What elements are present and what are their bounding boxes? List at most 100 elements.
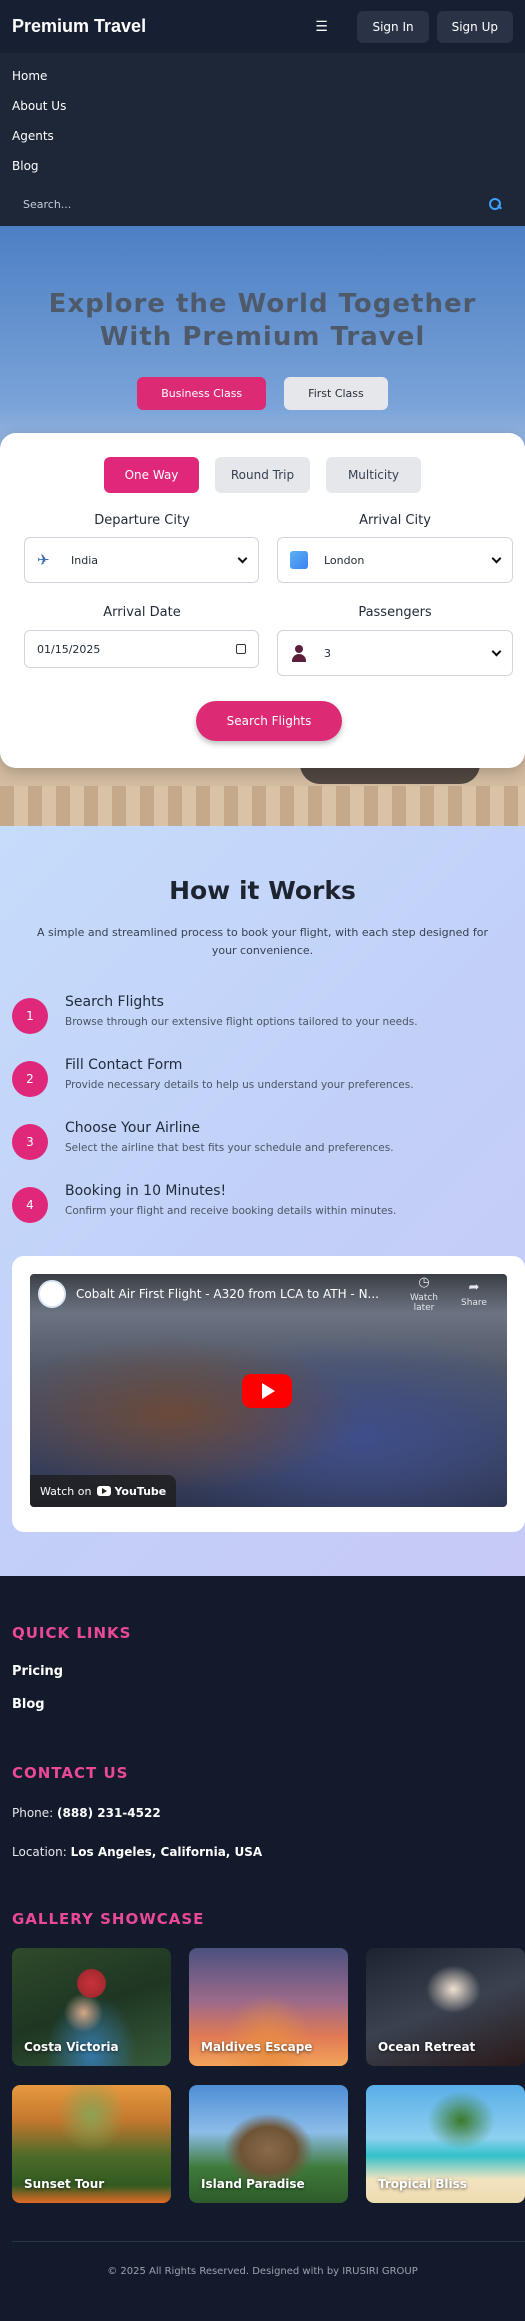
gallery-caption: Costa Victoria	[24, 2040, 119, 2054]
phone-value[interactable]: (888) 231-4522	[57, 1806, 161, 1820]
quick-links-heading: QUICK LINKS	[12, 1624, 132, 1642]
step-number: 4	[12, 1187, 48, 1223]
step-item: 3 Choose Your Airline Select the airline…	[12, 1120, 512, 1170]
departure-city-value: India	[71, 553, 98, 567]
gallery-item[interactable]: Sunset Tour	[12, 2085, 171, 2203]
chevron-down-icon	[491, 646, 502, 656]
tab-one-way[interactable]: One Way	[104, 457, 199, 493]
clock-icon: ◷	[418, 1275, 430, 1290]
copyright-text: © 2025 All Rights Reserved. Designed wit…	[107, 2266, 418, 2277]
how-title: How it Works	[169, 876, 356, 905]
calendar-icon[interactable]	[236, 644, 246, 654]
nav-item-home[interactable]: Home	[12, 61, 513, 91]
hero-title-line-1: Explore the World Together	[48, 289, 477, 319]
youtube-wordmark: YouTube	[114, 1484, 167, 1498]
arrival-city-label: Arrival City	[359, 513, 431, 528]
gallery-caption: Island Paradise	[201, 2177, 305, 2191]
chevron-down-icon	[237, 553, 248, 563]
business-class-button[interactable]: Business Class	[137, 377, 267, 410]
search-input[interactable]: Search...	[23, 198, 488, 211]
step-title: Booking in 10 Minutes!	[65, 1183, 227, 1199]
nav-item-blog[interactable]: Blog	[12, 151, 513, 181]
video-player[interactable]: Cobalt Air First Flight - A320 from LCA …	[30, 1274, 507, 1507]
gallery-heading: GALLERY SHOWCASE	[12, 1910, 205, 1928]
departure-city-select[interactable]: ✈ India	[24, 537, 259, 583]
gallery-caption: Tropical Bliss	[378, 2177, 467, 2191]
step-title: Fill Contact Form	[65, 1057, 183, 1073]
globe-icon	[290, 551, 308, 569]
step-description: Select the airline that best fits your s…	[65, 1142, 394, 1154]
footer: QUICK LINKS Pricing Blog CONTACT US Phon…	[0, 1576, 525, 2321]
watch-on-youtube-button[interactable]: Watch on YouTube	[30, 1475, 177, 1507]
search-bar[interactable]: Search...	[12, 187, 513, 221]
step-description: Browse through our extensive flight opti…	[65, 1016, 418, 1028]
video-title[interactable]: Cobalt Air First Flight - A320 from LCA …	[76, 1287, 399, 1301]
booking-form: One Way Round Trip Multicity Departure C…	[0, 433, 525, 768]
watch-later-button[interactable]: ◷ Watch later	[399, 1275, 449, 1313]
nav-item-agents[interactable]: Agents	[12, 121, 513, 151]
step-number: 3	[12, 1124, 48, 1160]
nav-menu: Home About Us Agents Blog Search...	[0, 53, 525, 226]
gallery-item[interactable]: Costa Victoria	[12, 1948, 171, 2066]
step-item: 4 Booking in 10 Minutes! Confirm your fl…	[12, 1183, 512, 1233]
share-icon: ➦	[468, 1280, 480, 1295]
brand-logo[interactable]: Premium Travel	[12, 16, 146, 37]
search-icon[interactable]	[488, 197, 502, 211]
trip-type-tabs: One Way Round Trip Multicity	[0, 457, 525, 493]
channel-avatar[interactable]	[38, 1280, 66, 1308]
gallery-caption: Ocean Retreat	[378, 2040, 476, 2054]
top-header: Premium Travel ☰ Sign In Sign Up	[0, 0, 525, 53]
hamburger-icon[interactable]: ☰	[309, 19, 333, 35]
passengers-label: Passengers	[358, 605, 432, 620]
video-top-bar: Cobalt Air First Flight - A320 from LCA …	[30, 1274, 507, 1314]
plane-icon: ✈	[37, 551, 50, 569]
person-icon	[290, 644, 308, 662]
gallery-item[interactable]: Ocean Retreat	[366, 1948, 525, 2066]
class-selector: Business Class First Class	[0, 377, 525, 410]
passengers-value: 3	[324, 646, 331, 660]
step-item: 1 Search Flights Browse through our exte…	[12, 994, 512, 1044]
footer-divider	[12, 2241, 525, 2242]
sign-up-button[interactable]: Sign Up	[436, 10, 513, 43]
first-class-button[interactable]: First Class	[284, 377, 388, 410]
sign-in-button[interactable]: Sign In	[357, 10, 429, 43]
watch-later-label: Watch later	[409, 1293, 439, 1313]
share-label: Share	[461, 1298, 487, 1308]
step-description: Provide necessary details to help us und…	[65, 1079, 414, 1091]
passengers-select[interactable]: 3	[277, 630, 513, 676]
how-it-works-section: How it Works A simple and streamlined pr…	[0, 826, 525, 1576]
phone-label: Phone:	[12, 1806, 54, 1820]
gallery-item[interactable]: Tropical Bliss	[366, 2085, 525, 2203]
gallery-item[interactable]: Island Paradise	[189, 2085, 348, 2203]
step-title: Choose Your Airline	[65, 1120, 200, 1136]
youtube-logo: YouTube	[97, 1485, 166, 1498]
step-item: 2 Fill Contact Form Provide necessary de…	[12, 1057, 512, 1107]
location-label: Location:	[12, 1845, 67, 1859]
location-value: Los Angeles, California, USA	[70, 1845, 263, 1859]
arrival-date-value: 01/15/2025	[37, 642, 101, 656]
tab-multicity[interactable]: Multicity	[326, 457, 421, 493]
youtube-icon	[97, 1486, 112, 1496]
step-number: 1	[12, 998, 48, 1034]
contact-location: Location: Los Angeles, California, USA	[12, 1845, 262, 1859]
arrival-date-input[interactable]: 01/15/2025	[24, 630, 259, 668]
gallery-item[interactable]: Maldives Escape	[189, 1948, 348, 2066]
share-button[interactable]: ➦ Share	[449, 1280, 499, 1308]
play-icon[interactable]	[242, 1374, 292, 1408]
hero-title: Explore the World Together With Premium …	[0, 288, 525, 354]
hero-background-ground	[0, 786, 525, 826]
tab-round-trip[interactable]: Round Trip	[215, 457, 310, 493]
chevron-down-icon	[491, 553, 502, 563]
contact-heading: CONTACT US	[12, 1764, 129, 1782]
footer-link-pricing[interactable]: Pricing	[12, 1664, 63, 1679]
gallery-caption: Maldives Escape	[201, 2040, 313, 2054]
gallery-caption: Sunset Tour	[24, 2177, 105, 2191]
departure-city-label: Departure City	[94, 513, 190, 528]
footer-link-blog[interactable]: Blog	[12, 1697, 45, 1712]
arrival-city-select[interactable]: London	[277, 537, 513, 583]
hero-title-line-2: With Premium Travel	[99, 322, 426, 352]
search-flights-button[interactable]: Search Flights	[196, 701, 342, 741]
step-number: 2	[12, 1061, 48, 1097]
nav-item-about-us[interactable]: About Us	[12, 91, 513, 121]
watch-on-label: Watch on	[40, 1484, 92, 1498]
